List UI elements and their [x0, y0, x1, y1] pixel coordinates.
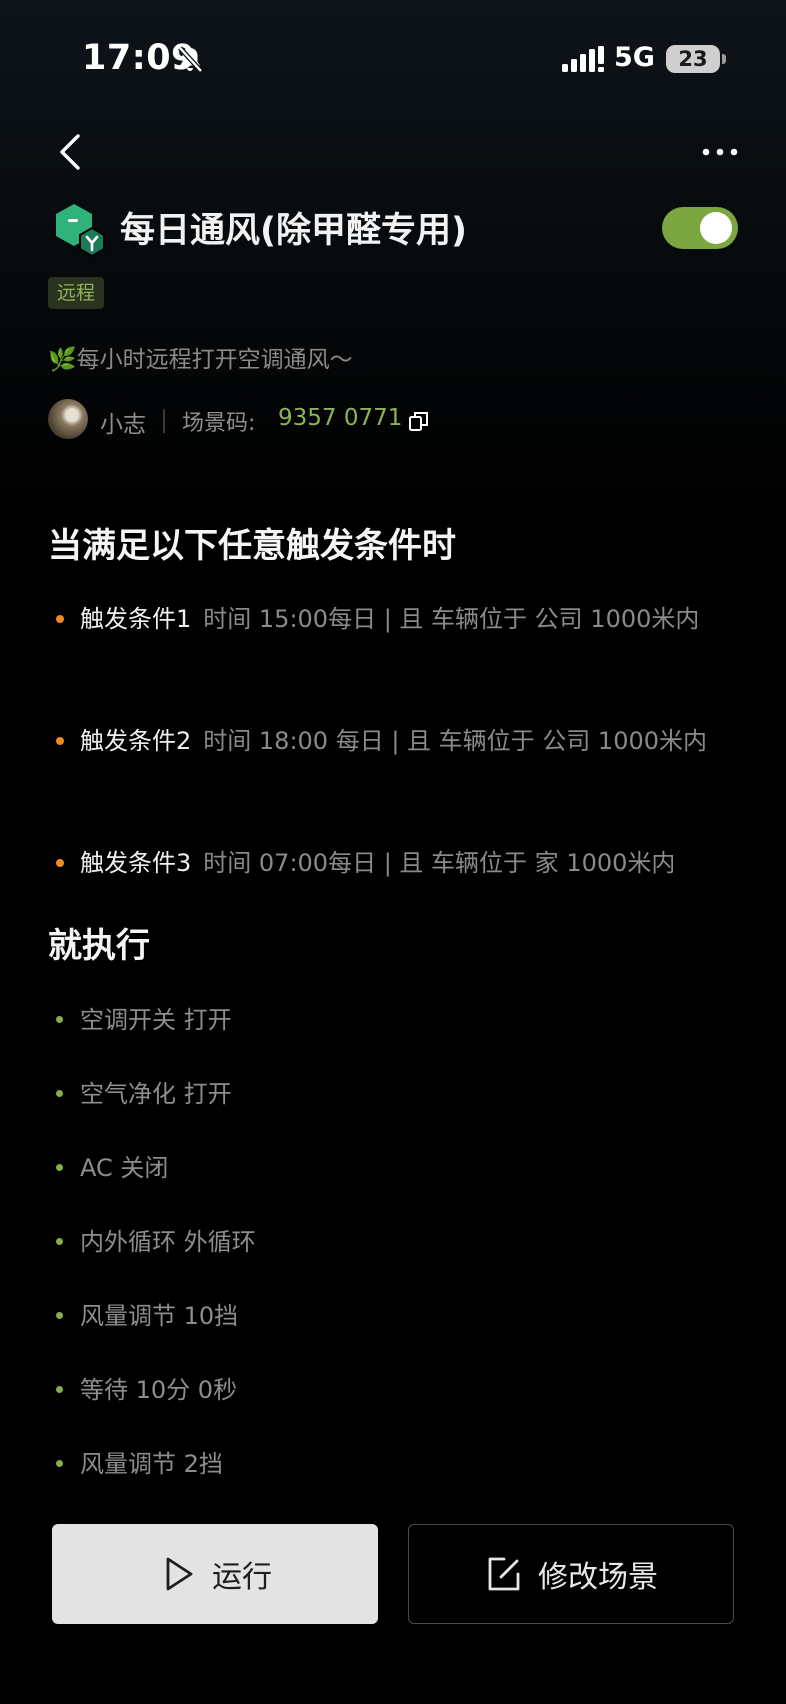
condition-detail: 时间 18:00 每日 | 且 车辆位于 公司 1000米内 — [203, 727, 708, 755]
scene-title: 每日通风(除甲醛专用) — [120, 211, 467, 251]
action-item: 风量调节 10挡 — [48, 1296, 238, 1336]
more-button[interactable] — [700, 140, 740, 164]
divider — [163, 409, 165, 433]
description-text: 每小时远程打开空调通风～ — [76, 347, 353, 373]
play-icon — [166, 1557, 193, 1591]
edit-scene-button[interactable]: 修改场景 — [408, 1524, 734, 1624]
action-item: AC 关闭 — [48, 1148, 168, 1188]
action-text: 等待 10分 0秒 — [80, 1376, 238, 1404]
condition-bullet — [56, 859, 64, 867]
action-bullet — [56, 1238, 63, 1245]
scene-app-icon — [52, 202, 108, 258]
action-item: 空调开关 打开 — [48, 1000, 232, 1040]
more-dots-icon — [702, 148, 738, 156]
battery-cap — [722, 54, 726, 64]
action-bullet — [56, 1386, 63, 1393]
condition-bullet — [56, 737, 64, 745]
copy-icon — [409, 412, 428, 431]
owner-avatar[interactable] — [48, 399, 88, 439]
action-item: 等待 10分 0秒 — [48, 1370, 237, 1410]
scene-code-value: 9357 0771 — [278, 405, 403, 431]
condition-bullet — [56, 615, 64, 623]
scene-description: 🌿每小时远程打开空调通风～ — [48, 340, 353, 374]
action-bullet — [56, 1460, 63, 1467]
leaf-emoji-icon: 🌿 — [48, 347, 77, 373]
owner-name[interactable]: 小志 — [100, 405, 146, 439]
action-text: 风量调节 2挡 — [80, 1450, 223, 1478]
condition-name: 触发条件3 — [80, 849, 192, 877]
cellular-signal-icon — [562, 46, 604, 74]
action-bullet — [56, 1090, 63, 1097]
edit-icon — [488, 1557, 520, 1591]
scene-code-label: 场景码: — [182, 411, 256, 436]
action-item: 风量调节 2挡 — [48, 1444, 223, 1484]
action-text: 内外循环 外循环 — [80, 1228, 256, 1256]
action-text: 风量调节 10挡 — [80, 1302, 239, 1330]
chevron-left-icon — [60, 134, 80, 170]
edit-button-label: 修改场景 — [538, 1560, 658, 1595]
run-button-label: 运行 — [212, 1560, 272, 1595]
network-type: 5G — [614, 42, 655, 73]
remote-tag: 远程 — [48, 277, 105, 309]
scene-enabled-toggle[interactable] — [662, 207, 738, 249]
battery-level: 23 — [678, 47, 708, 71]
run-button[interactable]: 运行 — [52, 1524, 378, 1624]
action-item: 内外循环 外循环 — [48, 1222, 256, 1262]
bell-muted-icon — [174, 43, 206, 75]
action-text: 空调开关 打开 — [80, 1006, 232, 1034]
action-item: 空气净化 打开 — [48, 1074, 232, 1114]
action-text: 空气净化 打开 — [80, 1080, 232, 1108]
back-button[interactable] — [54, 130, 90, 174]
condition-name: 触发条件2 — [80, 727, 192, 755]
status-bar: 17:09 5G 23 — [0, 0, 786, 110]
action-bullet — [56, 1016, 63, 1023]
condition-detail: 时间 07:00每日 | 且 车辆位于 家 1000米内 — [203, 849, 676, 877]
copy-code-button[interactable] — [408, 410, 430, 432]
condition-item[interactable]: 触发条件2 时间 18:00 每日 | 且 车辆位于 公司 1000米内 — [48, 717, 748, 765]
battery-icon: 23 — [666, 45, 720, 73]
condition-name: 触发条件1 — [80, 605, 192, 633]
action-text: AC 关闭 — [80, 1154, 169, 1182]
condition-detail: 时间 15:00每日 | 且 车辆位于 公司 1000米内 — [203, 605, 700, 633]
action-bullet — [56, 1164, 63, 1171]
actions-heading: 就执行 — [48, 926, 150, 966]
toggle-knob — [700, 212, 732, 244]
condition-item[interactable]: 触发条件3 时间 07:00每日 | 且 车辆位于 家 1000米内 — [48, 839, 748, 887]
action-bullet — [56, 1312, 63, 1319]
conditions-heading: 当满足以下任意触发条件时 — [48, 526, 456, 566]
condition-item[interactable]: 触发条件1 时间 15:00每日 | 且 车辆位于 公司 1000米内 — [48, 595, 748, 643]
